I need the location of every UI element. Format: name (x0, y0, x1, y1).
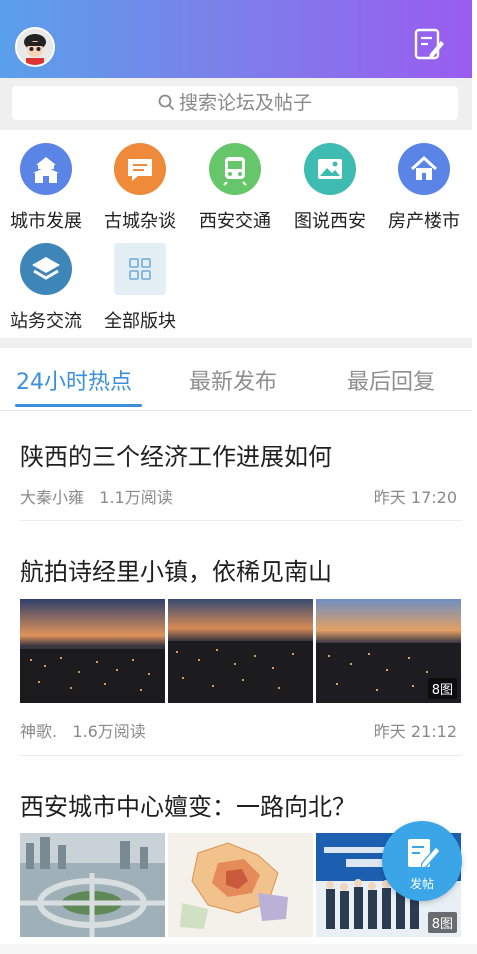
post-reads: 1.6万阅读 (72, 722, 146, 741)
post-title[interactable]: 航拍诗经里小镇，依稀见南山 (20, 552, 332, 587)
category-label: 站务交流 (10, 311, 82, 332)
category-grid: 城市发展 古城杂谈 西安交通 图说西安 房产楼市 站务交流 全部版块 (0, 130, 472, 340)
category-xian-transport[interactable]: 西安交通 (189, 130, 281, 232)
post-author[interactable]: 神歌. (20, 722, 57, 741)
post-time: 昨天 17:20 (373, 488, 457, 507)
divider (20, 520, 462, 521)
city-gate-icon (20, 143, 72, 195)
post-time: 昨天 21:12 (373, 722, 457, 741)
image-count-badge: 8图 (427, 912, 457, 933)
post-image[interactable] (20, 599, 165, 703)
category-label: 西安交通 (199, 211, 271, 232)
app-header (0, 0, 472, 78)
category-real-estate[interactable]: 房产楼市 (378, 130, 470, 232)
train-icon (209, 143, 261, 195)
picture-icon (304, 143, 356, 195)
category-label: 全部版块 (104, 311, 176, 332)
active-tab-indicator (15, 404, 142, 407)
post-title[interactable]: 西安城市中心嬗变：一路向北？ (20, 787, 356, 822)
search-icon (158, 94, 175, 111)
post-meta: 大秦小雍 1.1万阅读 (20, 484, 173, 508)
bottom-nav-edge (0, 944, 477, 954)
divider (20, 755, 462, 756)
tab-latest[interactable]: 最新发布 (189, 364, 277, 396)
image-count-badge: 8图 (427, 678, 457, 699)
category-label: 图说西安 (294, 211, 366, 232)
category-site-affairs[interactable]: 站务交流 (0, 230, 92, 332)
post-image[interactable]: 8图 (316, 599, 461, 703)
post-meta: 神歌. 1.6万阅读 (20, 718, 146, 742)
category-old-city-talk[interactable]: 古城杂谈 (94, 130, 186, 232)
tab-24h-hot[interactable]: 24小时热点 (16, 364, 132, 396)
category-city-development[interactable]: 城市发展 (0, 130, 92, 232)
search-placeholder: 搜索论坛及帖子 (178, 92, 312, 114)
post-image[interactable] (168, 833, 313, 937)
category-picture-xian[interactable]: 图说西安 (284, 130, 376, 232)
grid-icon (114, 243, 166, 295)
post-image[interactable] (20, 833, 165, 937)
post-reads: 1.1万阅读 (99, 488, 173, 507)
post-author[interactable]: 大秦小雍 (20, 488, 84, 507)
post-image[interactable] (168, 599, 313, 703)
search-area: 搜索论坛及帖子 (0, 78, 472, 130)
category-label: 房产楼市 (388, 211, 460, 232)
new-post-label: 发帖 (409, 877, 434, 891)
category-all-sections[interactable]: 全部版块 (94, 230, 186, 332)
tab-last-reply[interactable]: 最后回复 (347, 364, 435, 396)
post-title[interactable]: 陕西的三个经济工作进展如何 (20, 437, 332, 472)
new-post-button[interactable]: 发帖 (382, 821, 462, 901)
edit-note-icon[interactable] (413, 27, 445, 61)
chat-bubble-icon (114, 143, 166, 195)
feed-tabs: 24小时热点 最新发布 最后回复 (0, 348, 472, 411)
avatar-icon[interactable] (15, 27, 55, 67)
search-input[interactable]: 搜索论坛及帖子 (12, 86, 458, 120)
section-divider (0, 338, 472, 348)
layers-icon (20, 243, 72, 295)
house-icon (398, 143, 450, 195)
